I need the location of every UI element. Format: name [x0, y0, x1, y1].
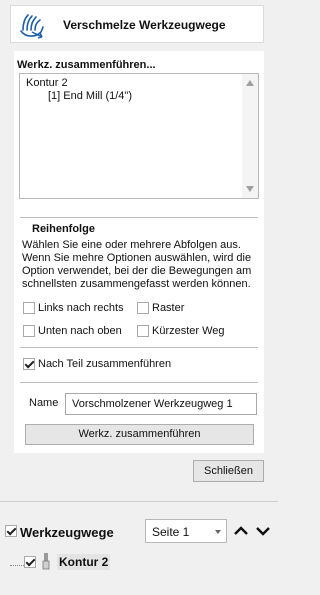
order-description: Wählen Sie eine oder mehrere Abfolgen au…: [22, 239, 252, 290]
page-select-value: Seite 1: [152, 525, 190, 539]
list-item-toolpath[interactable]: Kontur 2: [26, 77, 68, 89]
toolpaths-panel-title: Werkzeugwege: [20, 525, 114, 540]
merge-toolpaths-button[interactable]: Werkz. zusammenführen: [25, 424, 254, 445]
scroll-up-icon[interactable]: [246, 80, 254, 86]
divider: [20, 347, 258, 348]
chevron-up-icon[interactable]: [232, 523, 250, 539]
checkbox-shortest-path[interactable]: [137, 325, 149, 337]
chevron-down-icon[interactable]: [254, 523, 272, 539]
divider: [20, 382, 258, 383]
list-scrollbar[interactable]: [242, 74, 258, 198]
form-header: Verschmelze Werkzeugwege: [10, 5, 264, 43]
options-panel: Werkz. zusammenführen... Kontur 2 [1] En…: [14, 51, 264, 453]
page-select[interactable]: Seite 1: [145, 519, 227, 543]
tree-connector: [10, 565, 24, 566]
tree-item-label[interactable]: Kontur 2: [57, 554, 111, 570]
checkbox-left-to-right[interactable]: [23, 302, 35, 314]
checkbox-bottom-to-top[interactable]: [23, 325, 35, 337]
toolpaths-to-merge-title: Werkz. zusammenführen...: [17, 59, 156, 71]
option-label-left-to-right: Links nach rechts: [38, 302, 124, 314]
scroll-down-icon[interactable]: [246, 186, 254, 192]
list-item-tool[interactable]: [1] End Mill (1/4"): [48, 90, 132, 102]
dropdown-arrow-icon[interactable]: [215, 530, 221, 534]
option-label-shortest-path: Kürzester Weg: [152, 325, 225, 337]
toolpaths-listbox[interactable]: Kontur 2 [1] End Mill (1/4"): [19, 73, 259, 199]
tool-icon: [42, 553, 50, 570]
option-label-bottom-to-top: Unten nach oben: [38, 325, 122, 337]
checkbox-raster[interactable]: [137, 302, 149, 314]
toolpath-name-input[interactable]: Vorschmolzener Werkzeugweg 1: [65, 393, 257, 415]
name-label: Name: [29, 397, 59, 409]
merge-by-part-label: Nach Teil zusammenführen: [38, 358, 172, 370]
close-button[interactable]: Schließen: [193, 460, 264, 482]
divider: [20, 217, 258, 218]
order-title: Reihenfolge: [32, 223, 95, 235]
merge-by-part-checkbox[interactable]: [23, 358, 35, 370]
tree-item-checkbox[interactable]: [24, 556, 36, 568]
form-title: Verschmelze Werkzeugwege: [63, 18, 226, 32]
toolpaths-visibility-checkbox[interactable]: [5, 525, 17, 537]
merge-hand-icon: [20, 14, 44, 39]
divider: [0, 501, 278, 502]
option-label-raster: Raster: [152, 302, 185, 314]
